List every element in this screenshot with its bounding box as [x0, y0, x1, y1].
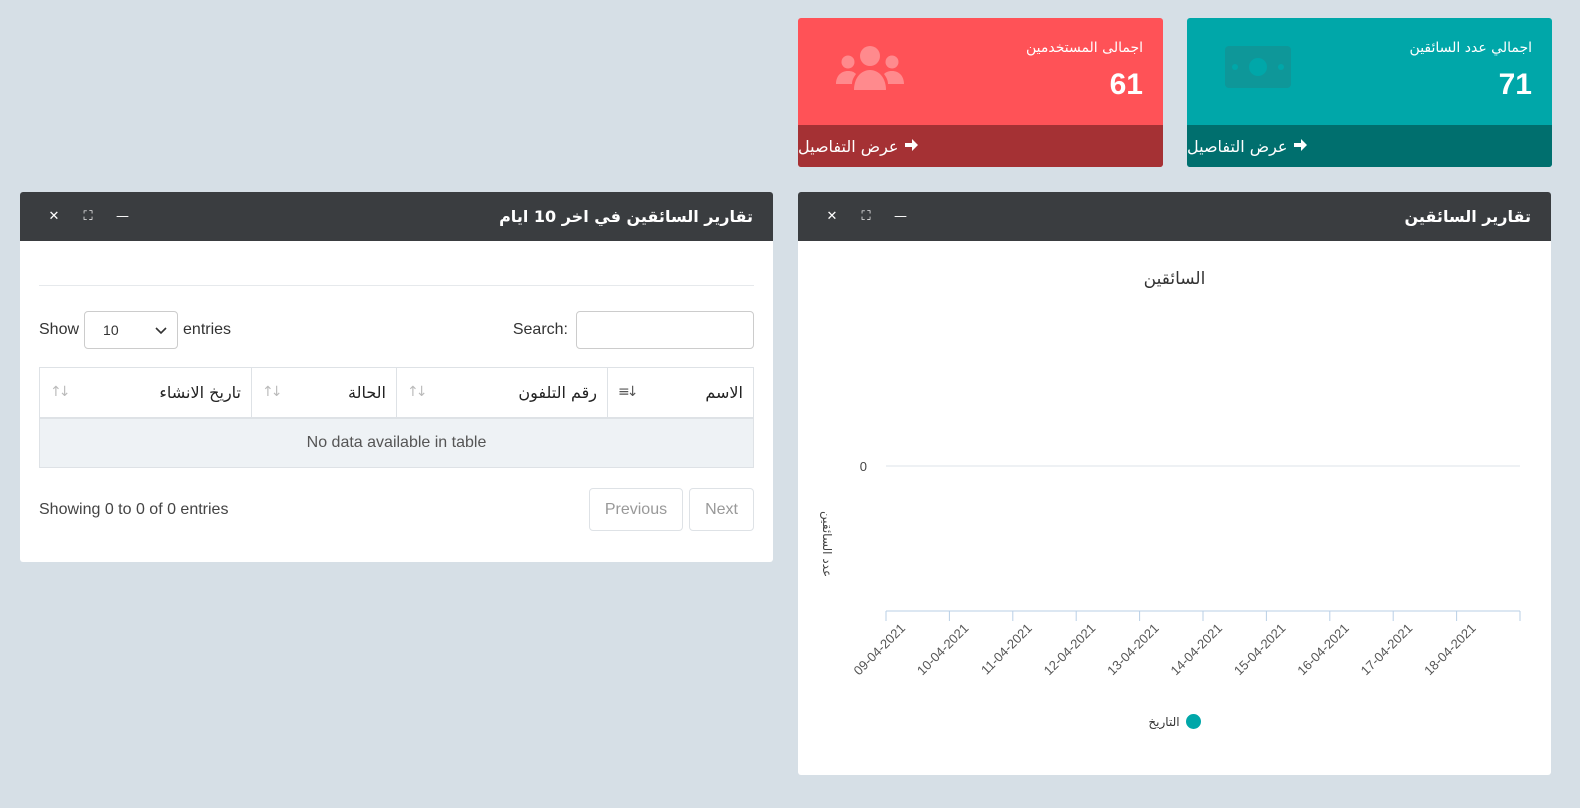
- entries-label: entries: [183, 321, 232, 338]
- page-length-select[interactable]: 10: [84, 311, 179, 349]
- next-button[interactable]: Next: [689, 488, 754, 531]
- sort-icon: ↓↑: [262, 384, 283, 401]
- page-length-control: Show 10 entries: [39, 311, 231, 349]
- drivers-details-label: عرض التفاصيل: [1187, 136, 1288, 156]
- collapse-icon[interactable]: —: [116, 209, 129, 224]
- table-info: Showing 0 to 0 of 0 entries: [39, 500, 229, 518]
- x-tick-label: 16-04-2021: [1294, 621, 1352, 679]
- sort-ascending-icon: ↓≡: [618, 384, 639, 401]
- search-label: Search:: [512, 321, 568, 338]
- x-tick-label: 13-04-2021: [1104, 621, 1162, 679]
- divider: [39, 285, 754, 286]
- previous-button[interactable]: Previous: [588, 488, 684, 531]
- x-tick-label: 12-04-2021: [1041, 621, 1099, 679]
- drivers-table: تاريخ الانشاء ↓↑ الحالة ↓↑ رقم التلفون ↓↑ ا…: [39, 367, 754, 468]
- drivers-total-card: اجمالي عدد السائقين 71 عرض التفاصيل: [1187, 18, 1552, 167]
- column-header-created-date[interactable]: تاريخ الانشاء ↓↑: [39, 367, 252, 419]
- chart-plot: 0 09-04-2021 10-04-2021 11-04-2021 12-04-202…: [850, 459, 1521, 679]
- card-title: تقارير السائقين في اخر 10 ايام: [499, 207, 753, 226]
- users-total-card: اجمالى المستخدمين 61 عرض التفاصيل: [798, 18, 1163, 167]
- users-total-value: 61: [1109, 68, 1143, 101]
- money-icon: [1225, 44, 1291, 94]
- sign-in-icon: [904, 137, 920, 156]
- drivers-report-card: ✕ ⛶ — تقارير السائقين السائقين عدد السائ…: [798, 192, 1551, 775]
- chevron-down-icon: [155, 322, 167, 338]
- expand-icon[interactable]: ⛶: [82, 209, 94, 224]
- recent-drivers-card: ✕ ⛶ — تقارير السائقين في اخر 10 ايام Sho…: [20, 192, 773, 562]
- table-header-row: تاريخ الانشاء ↓↑ الحالة ↓↑ رقم التلفون ↓↑ ا…: [39, 367, 754, 419]
- drivers-details-link[interactable]: عرض التفاصيل: [1187, 125, 1552, 167]
- expand-icon[interactable]: ⛶: [860, 209, 872, 224]
- card-tools: ✕ ⛶ —: [48, 209, 129, 224]
- close-icon[interactable]: ✕: [826, 209, 838, 224]
- users-total-label: اجمالى المستخدمين: [1025, 40, 1143, 56]
- x-tick-label: 15-04-2021: [1231, 621, 1289, 679]
- x-tick-label: 10-04-2021: [914, 621, 972, 679]
- column-header-phone[interactable]: رقم التلفون ↓↑: [396, 367, 608, 419]
- drivers-chart: السائقين عدد السائقين 0 09-04-2021 10-04-2…: [798, 241, 1551, 775]
- column-header-name[interactable]: الاسم ↓≡: [607, 367, 754, 419]
- table-row: No data available in table: [39, 417, 754, 468]
- users-icon: [836, 44, 904, 96]
- legend-label: التاريخ: [1148, 714, 1180, 729]
- search-input[interactable]: [576, 311, 754, 349]
- drivers-total-label: اجمالي عدد السائقين: [1409, 40, 1532, 56]
- card-tools: ✕ ⛶ —: [826, 209, 907, 224]
- chart-legend[interactable]: التاريخ: [798, 714, 1551, 729]
- users-details-link[interactable]: عرض التفاصيل: [798, 125, 1163, 167]
- sign-in-icon: [1293, 137, 1309, 156]
- legend-marker: [1185, 714, 1201, 729]
- collapse-icon[interactable]: —: [894, 209, 907, 224]
- column-header-status[interactable]: الحالة ↓↑: [251, 367, 397, 419]
- search-control: Search:: [513, 311, 754, 349]
- x-tick-label: 18-04-2021: [1421, 621, 1479, 679]
- sort-icon: ↓↑: [407, 384, 428, 401]
- x-tick-label: 17-04-2021: [1358, 621, 1416, 679]
- x-tick-label: 09-04-2021: [850, 621, 908, 679]
- x-tick-label: 14-04-2021: [1167, 621, 1225, 679]
- y-tick-label: 0: [860, 459, 867, 474]
- close-icon[interactable]: ✕: [48, 209, 60, 224]
- card-header: ✕ ⛶ — تقارير السائقين في اخر 10 ايام: [20, 192, 773, 241]
- users-details-label: عرض التفاصيل: [798, 136, 899, 156]
- card-header: ✕ ⛶ — تقارير السائقين: [798, 192, 1551, 241]
- drivers-total-value: 71: [1498, 68, 1532, 101]
- empty-table-message: No data available in table: [39, 417, 754, 468]
- show-label: Show: [39, 321, 80, 338]
- x-tick-label: 11-04-2021: [978, 621, 1035, 678]
- pagination: Previous Next: [588, 488, 754, 531]
- sort-icon: ↓↑: [50, 384, 71, 401]
- card-title: تقارير السائقين: [1404, 207, 1531, 226]
- page-length-value: 10: [103, 322, 119, 338]
